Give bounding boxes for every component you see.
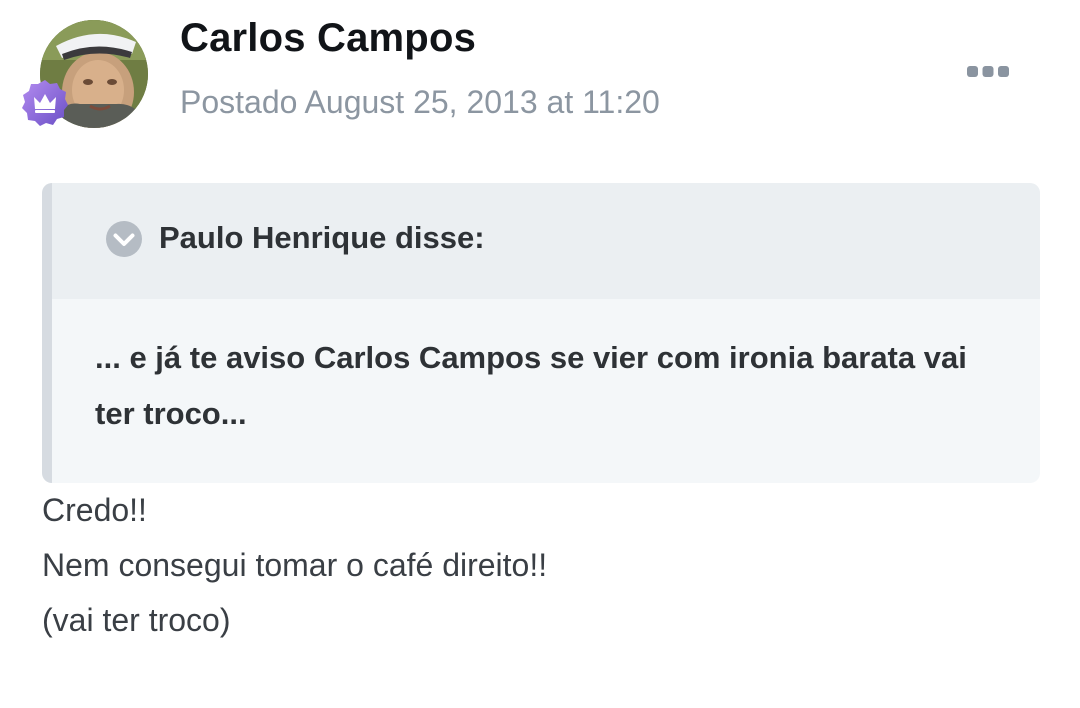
post-body-line: Nem consegui tomar o café direito!! bbox=[42, 547, 548, 583]
more-options-icon bbox=[967, 66, 1009, 77]
author-avatar-area[interactable] bbox=[22, 20, 148, 128]
author-name[interactable]: Carlos Campos bbox=[180, 16, 476, 61]
post-body: Credo!! Nem consegui tomar o café direit… bbox=[42, 483, 1032, 648]
post-body-line: Credo!! bbox=[42, 492, 147, 528]
forum-post: Carlos Campos Postado August 25, 2013 at… bbox=[0, 0, 1080, 708]
quote-citation[interactable]: Paulo Henrique disse: bbox=[52, 183, 1040, 299]
quote-left-border bbox=[42, 183, 52, 483]
quote-author-line[interactable]: Paulo Henrique disse: bbox=[159, 220, 485, 256]
quote-block: Paulo Henrique disse: ... e já te aviso … bbox=[42, 183, 1040, 483]
quote-toggle-button[interactable] bbox=[105, 220, 143, 258]
post-date: Postado August 25, 2013 at 11:20 bbox=[180, 84, 660, 120]
quote-content: ... e já te aviso Carlos Campos se vier … bbox=[95, 340, 967, 431]
chevron-down-icon bbox=[106, 221, 142, 257]
crown-rank-badge-icon bbox=[20, 78, 70, 128]
post-body-line: (vai ter troco) bbox=[42, 602, 231, 638]
post-options-button[interactable] bbox=[962, 58, 1014, 84]
